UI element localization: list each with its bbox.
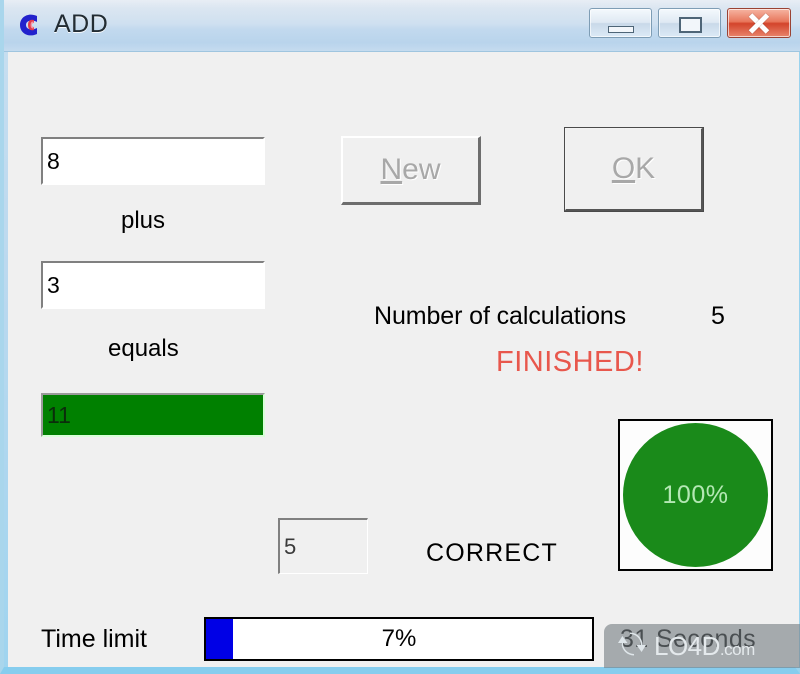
correct-count-field: 5 <box>278 518 368 574</box>
pie-percent-label: 100% <box>662 480 729 509</box>
finished-status: FINISHED! <box>496 346 644 378</box>
app-c-icon <box>17 11 45 39</box>
app-window: ADD 8 plus 3 equals 11 New OK Number of … <box>0 0 800 674</box>
correct-label: CORRECT <box>426 539 559 567</box>
pie-circle: 100% <box>623 423 768 567</box>
calculations-label: Number of calculations <box>374 302 627 330</box>
minimize-button[interactable] <box>589 8 652 38</box>
lo4d-watermark: LO4D.com <box>604 624 800 668</box>
operand1-input[interactable]: 8 <box>41 137 265 185</box>
answer-input[interactable]: 11 <box>41 393 265 437</box>
close-icon <box>728 9 790 37</box>
refresh-arrows-icon <box>616 628 648 665</box>
new-button[interactable]: New <box>341 136 481 205</box>
calculations-value: 5 <box>711 302 725 330</box>
ok-button[interactable]: OK <box>564 127 704 212</box>
watermark-text: LO4D.com <box>654 631 755 662</box>
operand2-value: 3 <box>47 271 60 298</box>
progress-percent-label: 7% <box>381 625 417 652</box>
score-pie-chart: 100% <box>618 419 773 571</box>
time-limit-progressbar: 7% <box>204 617 594 661</box>
watermark-domain: .com <box>719 639 755 659</box>
maximize-icon <box>679 17 702 33</box>
ok-accel-key: O <box>611 152 636 185</box>
ok-label-suffix: K <box>635 152 656 185</box>
equals-label: equals <box>108 335 179 362</box>
minimize-icon <box>608 26 634 33</box>
maximize-button[interactable] <box>658 8 721 38</box>
operand2-input[interactable]: 3 <box>41 261 265 309</box>
correct-count-value: 5 <box>284 533 297 559</box>
client-area: 8 plus 3 equals 11 New OK Number of calc… <box>8 52 799 667</box>
close-button[interactable] <box>727 8 791 38</box>
operand1-value: 8 <box>47 147 60 174</box>
time-limit-label: Time limit <box>41 625 148 653</box>
new-accel-key: N <box>380 153 403 186</box>
answer-value: 11 <box>47 401 71 428</box>
ok-button-label: OK <box>612 152 655 186</box>
titlebar: ADD <box>4 0 800 52</box>
operator-label: plus <box>121 207 166 234</box>
window-title: ADD <box>54 10 109 38</box>
new-label-suffix: ew <box>402 153 441 186</box>
watermark-brand: LO4D <box>654 630 720 661</box>
new-button-label: New <box>380 153 440 187</box>
